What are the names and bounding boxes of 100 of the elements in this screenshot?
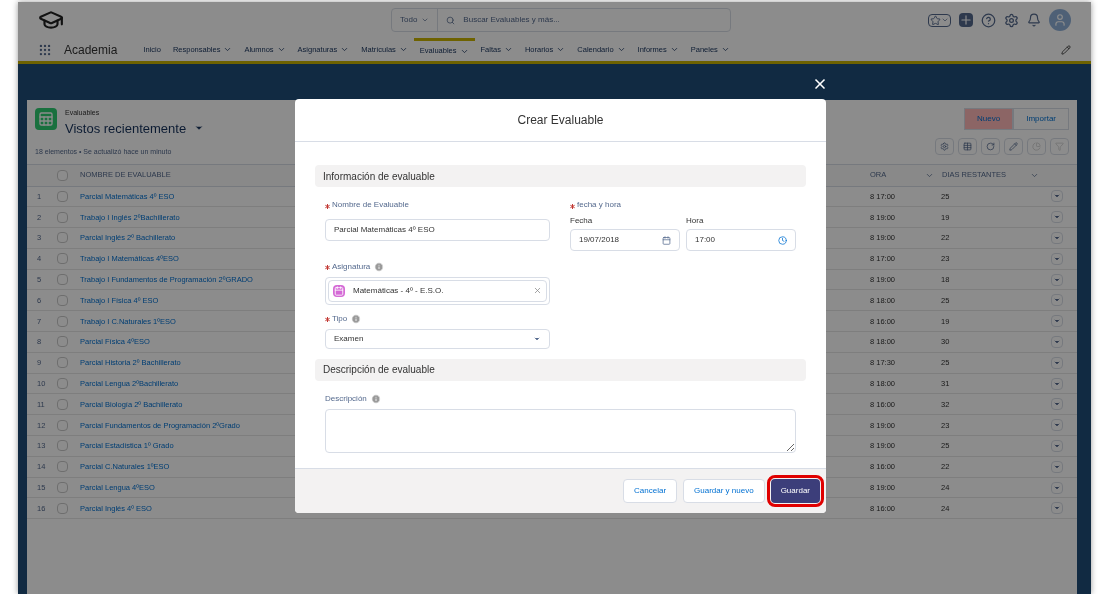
list-button[interactable]: Importar	[1013, 108, 1069, 130]
date-input[interactable]: 19/07/2018	[570, 229, 680, 251]
row-actions-button[interactable]	[1051, 439, 1063, 452]
pencil-icon	[1009, 142, 1018, 151]
row-checkbox[interactable]	[57, 232, 68, 244]
row-checkbox[interactable]	[57, 294, 68, 306]
row-checkbox[interactable]	[57, 315, 68, 327]
row-checkbox[interactable]	[57, 357, 68, 369]
chevron-icon[interactable]	[669, 45, 679, 54]
chevron-icon[interactable]	[556, 45, 566, 54]
row-checkbox[interactable]	[57, 211, 68, 223]
chevron-icon[interactable]	[616, 45, 626, 54]
notifications-icon[interactable]	[1027, 13, 1041, 27]
row-checkbox[interactable]	[57, 419, 68, 431]
select-all-checkbox[interactable]	[57, 169, 68, 181]
chevron-icon[interactable]	[223, 45, 233, 54]
user-silhouette-icon	[1053, 13, 1067, 27]
app-name: Academia	[64, 41, 118, 59]
refresh-button[interactable]	[981, 138, 1000, 155]
clear-icon[interactable]	[533, 286, 542, 295]
close-icon[interactable]	[812, 76, 828, 92]
chevron-icon[interactable]	[720, 45, 730, 54]
list-view-title[interactable]: Vistos recientemente	[65, 118, 205, 138]
row-actions-button[interactable]	[1051, 481, 1063, 494]
table-icon	[963, 142, 972, 151]
field-label: Nombre de Evaluable	[332, 199, 409, 211]
row-actions-button[interactable]	[1051, 211, 1063, 224]
required-asterisk-icon	[570, 203, 575, 209]
caret-icon	[421, 16, 430, 24]
chevron-icon[interactable]	[340, 45, 350, 54]
footer-button[interactable]: Guardar y nuevo	[683, 479, 765, 503]
required-asterisk-icon	[325, 265, 330, 270]
refresh-icon	[986, 142, 995, 151]
row-checkbox[interactable]	[57, 482, 68, 494]
row-actions-button[interactable]	[1051, 335, 1063, 348]
info-icon[interactable]	[370, 393, 381, 404]
app-launcher-icon[interactable]	[38, 42, 52, 57]
footer-button[interactable]: Cancelar	[623, 479, 678, 503]
subject-icon	[333, 284, 345, 297]
row-actions-button[interactable]	[1051, 315, 1063, 328]
info-icon[interactable]	[351, 313, 362, 324]
row-actions-button[interactable]	[1051, 419, 1063, 432]
settings-menu-button[interactable]	[935, 138, 954, 155]
settings-icon	[940, 142, 949, 151]
row-checkbox[interactable]	[57, 440, 68, 452]
list-object-icon	[35, 108, 57, 130]
required-asterisk-icon	[325, 203, 330, 209]
search-field[interactable]: Buscar Evaluables y más...	[463, 14, 730, 26]
add-icon[interactable]	[959, 13, 973, 27]
clock-icon[interactable]	[778, 235, 787, 245]
row-actions-button[interactable]	[1051, 398, 1063, 411]
type-select[interactable]: Examen	[325, 328, 550, 349]
search-icon	[446, 15, 456, 25]
lookup-value: Matemáticas - 4º - E.S.O.	[353, 284, 445, 297]
row-checkbox[interactable]	[57, 398, 68, 410]
edit-icon[interactable]	[1061, 44, 1071, 55]
section-header: Información de evaluable	[315, 165, 806, 187]
info-icon[interactable]	[374, 261, 385, 272]
search-bar[interactable]: Todo Buscar Evaluables y más...	[391, 8, 731, 32]
chevron-icon[interactable]	[276, 45, 286, 54]
row-actions-button[interactable]	[1051, 252, 1063, 265]
row-checkbox[interactable]	[57, 190, 68, 202]
section-header: Descripción de evaluable	[315, 358, 806, 381]
row-actions-button[interactable]	[1051, 460, 1063, 473]
search-scope-dropdown[interactable]: Todo	[392, 9, 439, 31]
row-actions-button[interactable]	[1051, 273, 1063, 286]
caret-icon	[1053, 234, 1061, 242]
row-checkbox[interactable]	[57, 378, 68, 390]
row-actions-button[interactable]	[1051, 190, 1063, 203]
chevron-icon[interactable]	[503, 45, 513, 54]
modal-title: Crear Evaluable	[517, 112, 604, 129]
row-actions-button[interactable]	[1051, 377, 1063, 390]
required-asterisk-icon	[325, 317, 330, 322]
field-label: Asignatura	[332, 260, 371, 273]
row-checkbox[interactable]	[57, 502, 68, 514]
caret-icon	[941, 16, 949, 24]
row-checkbox[interactable]	[57, 461, 68, 473]
calendar-icon[interactable]	[662, 235, 671, 245]
field-label: Tipo	[332, 312, 348, 325]
help-icon[interactable]	[981, 12, 996, 28]
row-actions-button[interactable]	[1051, 232, 1063, 244]
lookup-field[interactable]: Matemáticas - 4º - E.S.O.	[325, 276, 550, 305]
row-actions-button[interactable]	[1051, 294, 1063, 307]
row-checkbox[interactable]	[57, 274, 68, 286]
row-checkbox[interactable]	[57, 336, 68, 348]
edit-button[interactable]	[1004, 138, 1023, 155]
display-as-button[interactable]	[958, 138, 977, 155]
field-label: fecha y hora	[577, 199, 622, 211]
field-label: Descripción	[325, 392, 367, 405]
row-actions-button[interactable]	[1051, 356, 1063, 369]
row-actions-button[interactable]	[1051, 502, 1063, 515]
favorites-button[interactable]	[928, 13, 951, 27]
settings-icon[interactable]	[1004, 12, 1019, 28]
chevron-icon[interactable]	[398, 45, 408, 54]
star-icon	[930, 14, 941, 26]
field-label: Hora	[686, 215, 705, 227]
avatar[interactable]	[1049, 9, 1071, 31]
name-input[interactable]: Parcial Matemáticas 4º ESO	[325, 218, 550, 241]
time-input[interactable]: 17:00	[686, 229, 796, 251]
row-checkbox[interactable]	[57, 253, 68, 265]
